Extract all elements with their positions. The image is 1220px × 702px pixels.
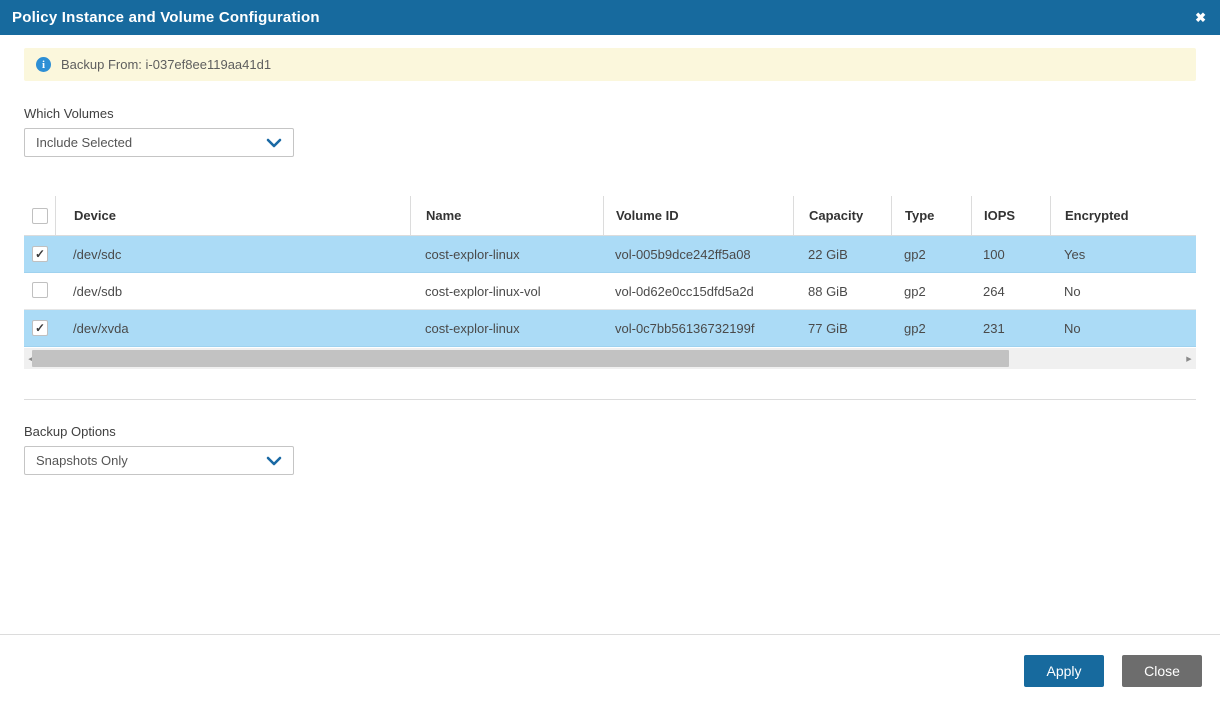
col-header-volume-id: Volume ID bbox=[603, 195, 793, 236]
cell-type: gp2 bbox=[904, 283, 926, 299]
cell-capacity: 88 GiB bbox=[808, 283, 848, 299]
which-volumes-value: Include Selected bbox=[36, 135, 133, 150]
modal-titlebar: Policy Instance and Volume Configuration… bbox=[0, 0, 1220, 35]
cell-iops: 231 bbox=[983, 320, 1005, 336]
info-icon: i bbox=[36, 57, 51, 72]
close-icon[interactable]: ✖ bbox=[1195, 11, 1206, 24]
table-row[interactable]: /dev/sdc cost-explor-linux vol-005b9dce2… bbox=[24, 236, 1196, 273]
backup-options-label: Backup Options bbox=[24, 424, 116, 439]
cell-volume-id: vol-005b9dce242ff5a08 bbox=[615, 246, 751, 262]
col-header-capacity: Capacity bbox=[793, 195, 891, 236]
cell-type: gp2 bbox=[904, 320, 926, 336]
backup-options-value: Snapshots Only bbox=[36, 453, 128, 468]
cell-volume-id: vol-0c7bb56136732199f bbox=[615, 320, 755, 336]
chevron-down-icon bbox=[266, 456, 282, 466]
which-volumes-label: Which Volumes bbox=[24, 106, 114, 121]
chevron-down-icon bbox=[266, 138, 282, 148]
col-header-iops: IOPS bbox=[971, 195, 1050, 236]
col-header-name: Name bbox=[410, 195, 603, 236]
cell-name: cost-explor-linux-vol bbox=[425, 283, 541, 299]
cell-encrypted: Yes bbox=[1064, 246, 1086, 262]
modal-dialog: Policy Instance and Volume Configuration… bbox=[0, 0, 1220, 702]
cell-device: /dev/xvda bbox=[73, 320, 129, 336]
which-volumes-field: Which Volumes Include Selected bbox=[24, 106, 1220, 157]
cell-device: /dev/sdb bbox=[73, 283, 123, 299]
close-button[interactable]: Close bbox=[1122, 655, 1202, 687]
select-all-checkbox[interactable] bbox=[32, 207, 48, 224]
apply-button[interactable]: Apply bbox=[1024, 655, 1104, 687]
modal-title: Policy Instance and Volume Configuration bbox=[12, 9, 320, 26]
cell-volume-id: vol-0d62e0cc15dfd5a2d bbox=[615, 283, 754, 299]
col-header-type: Type bbox=[891, 195, 971, 236]
section-divider bbox=[24, 399, 1196, 400]
scrollbar-thumb[interactable] bbox=[32, 350, 1009, 367]
backup-from-text: Backup From: i-037ef8ee119aa41d1 bbox=[61, 57, 272, 72]
row-checkbox-cell bbox=[24, 281, 55, 301]
table-header-row: Device Name Volume ID Capacity Type IOPS… bbox=[24, 195, 1196, 236]
horizontal-scrollbar[interactable]: ◀ ▶ bbox=[24, 348, 1196, 369]
table-row[interactable]: /dev/sdb cost-explor-linux-vol vol-0d62e… bbox=[24, 273, 1196, 310]
scroll-right-icon[interactable]: ▶ bbox=[1182, 348, 1196, 369]
cell-iops: 264 bbox=[983, 283, 1005, 299]
cell-capacity: 22 GiB bbox=[808, 246, 848, 262]
select-all-cell bbox=[24, 196, 55, 236]
row-checkbox[interactable] bbox=[32, 246, 48, 262]
row-checkbox[interactable] bbox=[32, 320, 48, 336]
row-checkbox[interactable] bbox=[32, 281, 48, 298]
cell-encrypted: No bbox=[1064, 283, 1081, 299]
col-header-device: Device bbox=[55, 195, 410, 236]
backup-options-select[interactable]: Snapshots Only bbox=[24, 446, 294, 475]
cell-capacity: 77 GiB bbox=[808, 320, 848, 336]
info-banner: i Backup From: i-037ef8ee119aa41d1 bbox=[24, 48, 1196, 81]
cell-name: cost-explor-linux bbox=[425, 320, 520, 336]
row-checkbox-cell bbox=[24, 320, 55, 336]
row-checkbox-cell bbox=[24, 246, 55, 262]
col-header-encrypted: Encrypted bbox=[1050, 195, 1196, 236]
footer-divider bbox=[0, 634, 1220, 635]
table-row[interactable]: /dev/xvda cost-explor-linux vol-0c7bb561… bbox=[24, 310, 1196, 347]
backup-options-field: Backup Options Snapshots Only bbox=[24, 424, 1220, 475]
which-volumes-select[interactable]: Include Selected bbox=[24, 128, 294, 157]
cell-iops: 100 bbox=[983, 246, 1005, 262]
cell-name: cost-explor-linux bbox=[425, 246, 520, 262]
footer: Apply Close bbox=[1024, 655, 1202, 687]
cell-type: gp2 bbox=[904, 246, 926, 262]
cell-encrypted: No bbox=[1064, 320, 1081, 336]
volumes-table: Device Name Volume ID Capacity Type IOPS… bbox=[24, 195, 1196, 347]
cell-device: /dev/sdc bbox=[73, 246, 122, 262]
